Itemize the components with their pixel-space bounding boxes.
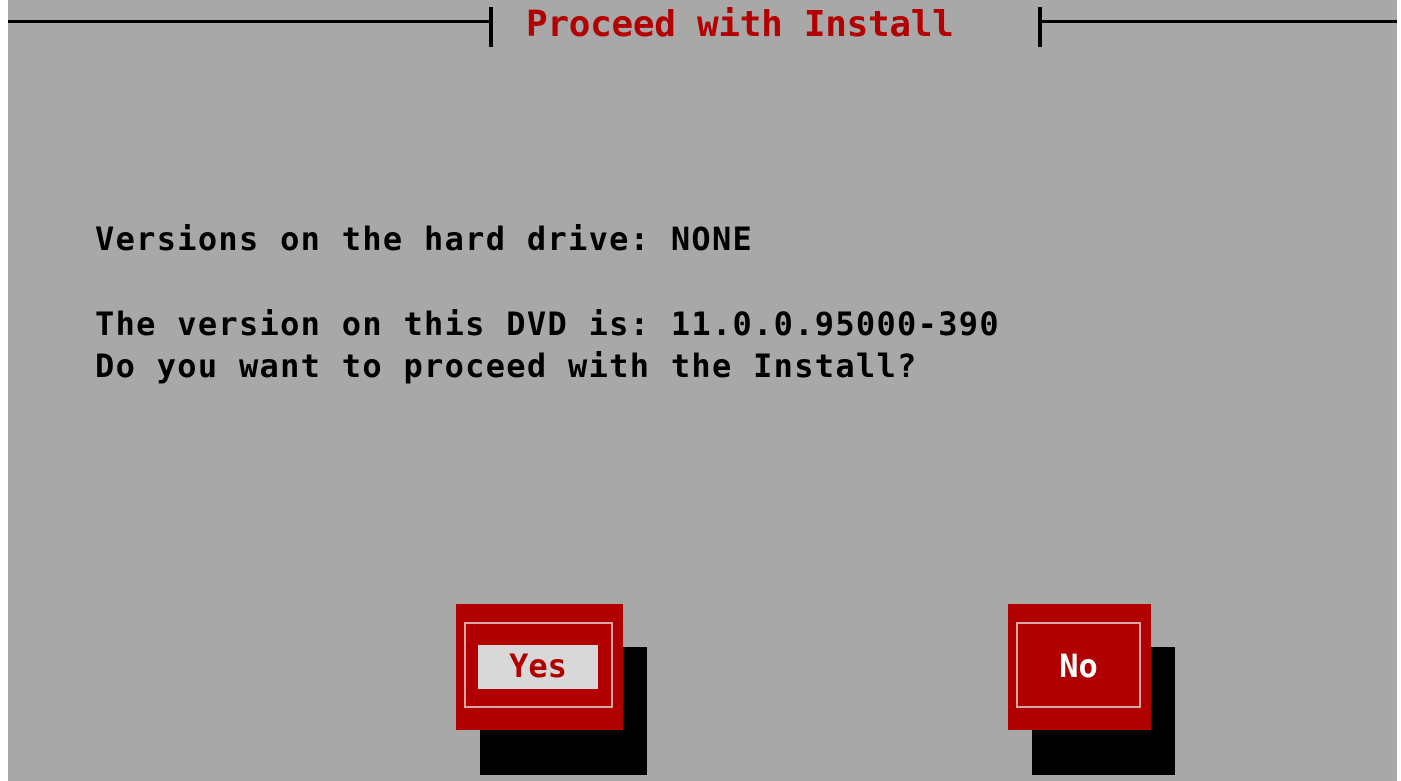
title-rule-right [1041,20,1397,23]
no-button-label[interactable]: No [1016,645,1141,689]
install-screen: Proceed with Install Versions on the har… [0,0,1401,781]
proceed-dialog [8,0,1397,781]
title-bracket-right [1038,7,1042,47]
title-rule-left [8,20,492,23]
proceed-question-text: Do you want to proceed with the Install? [95,347,918,385]
hard-drive-versions-text: Versions on the hard drive: NONE [95,220,754,258]
title-bracket-left [489,7,493,47]
yes-button-label[interactable]: Yes [478,645,598,689]
dialog-title: Proceed with Install [526,4,954,45]
dvd-version-text: The version on this DVD is: 11.0.0.95000… [95,305,1000,343]
